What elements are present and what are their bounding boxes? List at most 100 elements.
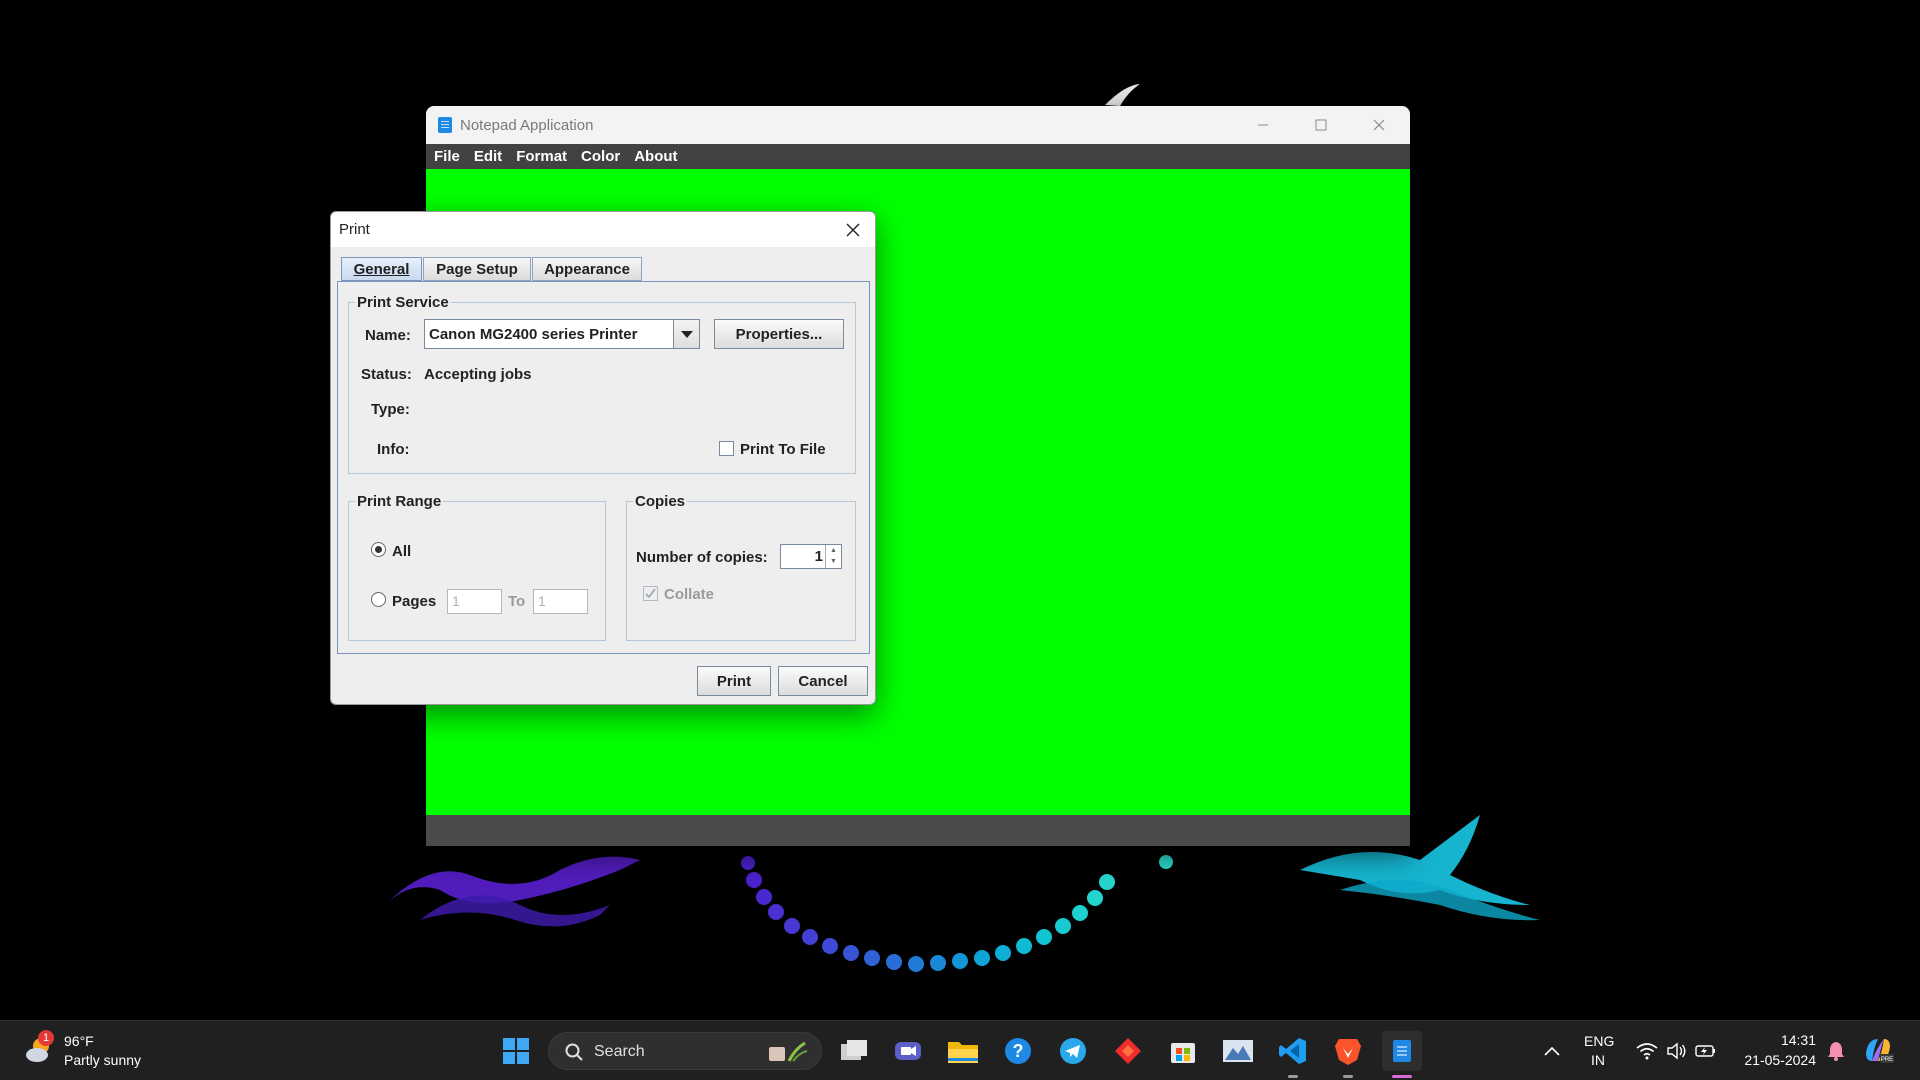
collate-checkbox[interactable] [643, 586, 658, 601]
vscode-running-indicator [1288, 1075, 1298, 1078]
print-service-title: Print Service [355, 294, 451, 311]
svg-text:PRE: PRE [1881, 1057, 1893, 1063]
search-icon [565, 1043, 583, 1061]
print-to-file-checkbox[interactable] [719, 441, 734, 456]
language-line2: IN [1591, 1052, 1605, 1068]
pages-to-field[interactable]: 1 [533, 589, 588, 614]
close-button[interactable] [1350, 106, 1408, 144]
weather-temp: 96°F [64, 1033, 94, 1049]
spinner-down-icon[interactable]: ▼ [826, 556, 841, 567]
clock[interactable]: 14:31 21-05-2024 [1730, 1031, 1816, 1071]
spinner-up-icon[interactable]: ▲ [826, 545, 841, 556]
copies-spinner[interactable]: 1 ▲ ▼ [780, 544, 842, 569]
taskbar-search[interactable]: Search [548, 1032, 822, 1070]
brave-running-indicator [1343, 1075, 1353, 1078]
tab-general[interactable]: General [341, 257, 422, 281]
clock-time: 14:31 [1780, 1032, 1816, 1048]
copies-group [626, 501, 856, 641]
file-explorer-icon [948, 1042, 978, 1063]
language-line1: ENG [1584, 1033, 1615, 1049]
radio-all-label: All [392, 543, 412, 560]
copies-title: Copies [633, 493, 688, 510]
notepad-app-icon [438, 117, 452, 133]
radio-all[interactable] [371, 542, 386, 557]
checkmark-icon [645, 588, 656, 599]
radio-pages-label: Pages [392, 593, 437, 610]
notepad-titlebar[interactable]: Notepad Application [426, 106, 1410, 144]
weather-widget[interactable]: 1 96°F Partly sunny [18, 1021, 168, 1080]
search-placeholder: Search [594, 1043, 645, 1060]
notepad-java-button[interactable] [1382, 1031, 1422, 1071]
notepad-java-icon [1393, 1040, 1411, 1062]
properties-button-label: Properties... [735, 325, 823, 343]
brave-button[interactable] [1328, 1031, 1368, 1071]
printer-name-select[interactable]: Canon MG2400 series Printer [424, 319, 700, 349]
task-view-icon [841, 1040, 867, 1060]
tab-page-setup[interactable]: Page Setup [423, 257, 531, 281]
copies-value: 1 [814, 548, 823, 565]
menu-file[interactable]: File [434, 148, 460, 165]
close-icon [1373, 119, 1385, 131]
file-explorer-button[interactable] [943, 1031, 983, 1071]
menu-edit[interactable]: Edit [474, 148, 502, 165]
status-value: Accepting jobs [424, 366, 532, 383]
language-indicator[interactable]: ENG IN [1578, 1031, 1624, 1071]
printer-select-arrow[interactable] [673, 320, 699, 348]
print-range-title: Print Range [355, 493, 444, 510]
print-button[interactable]: Print [697, 666, 771, 696]
print-dialog-close-button[interactable] [835, 212, 871, 247]
radio-pages[interactable] [371, 592, 386, 607]
photos-button[interactable] [1218, 1031, 1258, 1071]
telegram-icon [1060, 1038, 1086, 1064]
vscode-button[interactable] [1273, 1031, 1313, 1071]
minimize-icon [1258, 124, 1268, 126]
menu-format[interactable]: Format [516, 148, 567, 165]
print-range-group [348, 501, 606, 641]
menu-color[interactable]: Color [581, 148, 620, 165]
meet-icon [895, 1042, 921, 1060]
photos-icon [1223, 1040, 1253, 1062]
properties-button[interactable]: Properties... [714, 319, 844, 349]
notepad-active-indicator [1392, 1075, 1412, 1078]
wallpaper-bead-arc [741, 855, 1173, 972]
svg-text:?: ? [1013, 1041, 1024, 1061]
help-button[interactable]: ? [998, 1031, 1038, 1071]
tab-appearance[interactable]: Appearance [532, 257, 642, 281]
clock-date: 21-05-2024 [1744, 1052, 1816, 1068]
print-dialog-titlebar[interactable]: Print [331, 212, 875, 247]
notifications-button[interactable] [1824, 1039, 1848, 1063]
notepad-bottom-bar [426, 815, 1410, 846]
pages-from-field[interactable]: 1 [447, 589, 502, 614]
weather-desc: Partly sunny [64, 1052, 142, 1068]
chevron-up-icon [1544, 1046, 1560, 1056]
quick-settings-button[interactable] [1632, 1035, 1718, 1067]
copies-spinner-buttons: ▲ ▼ [825, 545, 841, 568]
menu-about[interactable]: About [634, 148, 677, 165]
volume-icon [1667, 1042, 1686, 1060]
notepad-title: Notepad Application [460, 116, 594, 134]
tab-page-setup-label: Page Setup [436, 260, 518, 278]
vscode-icon [1279, 1038, 1306, 1064]
task-view-button[interactable] [834, 1031, 874, 1071]
meet-button[interactable] [888, 1031, 928, 1071]
type-label: Type: [371, 401, 410, 418]
windows-start-icon [503, 1038, 529, 1064]
search-highlight-icon [769, 1041, 808, 1062]
printer-name-value: Canon MG2400 series Printer [429, 326, 638, 343]
print-dialog: Print General Page Setup Appearance Prin… [330, 211, 876, 705]
anydesk-button[interactable] [1108, 1031, 1148, 1071]
cancel-button[interactable]: Cancel [778, 666, 868, 696]
show-hidden-icons-button[interactable] [1540, 1041, 1564, 1061]
number-of-copies-label: Number of copies: [636, 549, 768, 566]
minimize-button[interactable] [1234, 106, 1292, 144]
copilot-button[interactable]: PRE [1862, 1035, 1896, 1067]
start-button[interactable] [496, 1031, 536, 1071]
maximize-icon [1315, 119, 1327, 131]
weather-badge: 1 [38, 1030, 54, 1046]
chevron-down-icon [680, 330, 693, 338]
telegram-button[interactable] [1053, 1031, 1093, 1071]
copilot-icon: PRE [1866, 1039, 1894, 1063]
maximize-button[interactable] [1292, 106, 1350, 144]
store-button[interactable] [1163, 1031, 1203, 1071]
general-tab-panel: Print Service Name: Canon MG2400 series … [337, 281, 870, 654]
